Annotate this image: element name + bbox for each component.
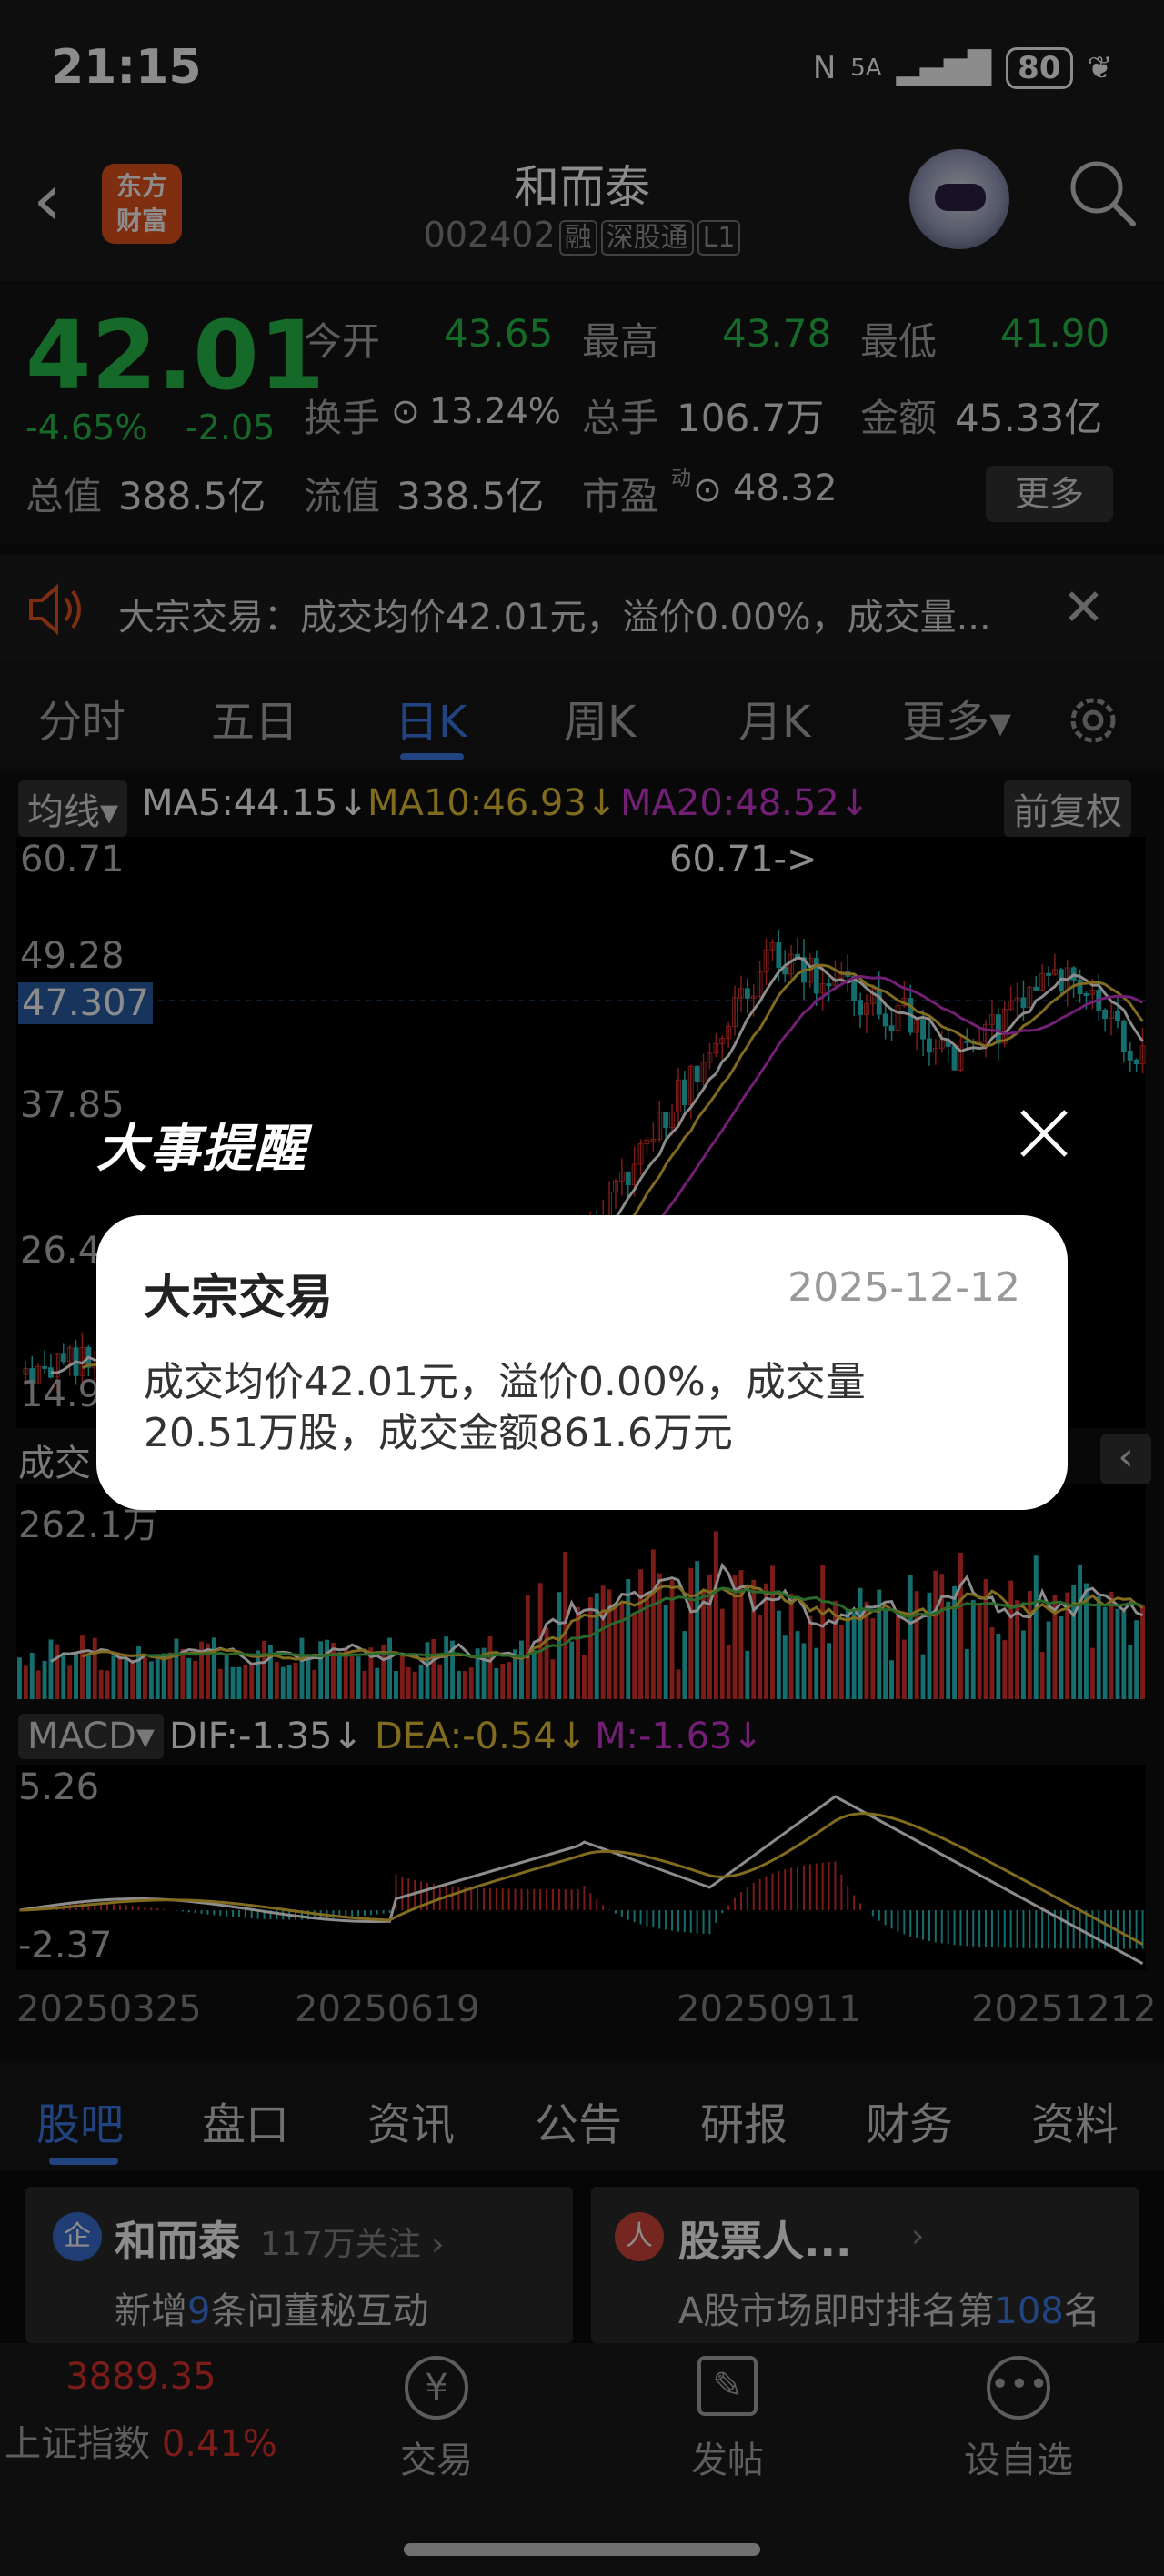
close-icon[interactable] bbox=[1015, 1104, 1073, 1162]
event-dialog[interactable]: 大宗交易 2025-12-12 成交均价42.01元，溢价0.00%，成交量20… bbox=[96, 1215, 1068, 1510]
dialog-body: 成交均价42.01元，溢价0.00%，成交量20.51万股，成交金额861.6万… bbox=[144, 1359, 866, 1456]
dialog-date: 2025-12-12 bbox=[788, 1264, 1020, 1311]
dialog-title: 大宗交易 bbox=[144, 1271, 334, 1325]
overlay-heading: 大事提醒 bbox=[96, 1120, 307, 1179]
event-reminder-overlay[interactable]: 大事提醒 大宗交易 2025-12-12 成交均价42.01元，溢价0.00%，… bbox=[0, 0, 1164, 2576]
